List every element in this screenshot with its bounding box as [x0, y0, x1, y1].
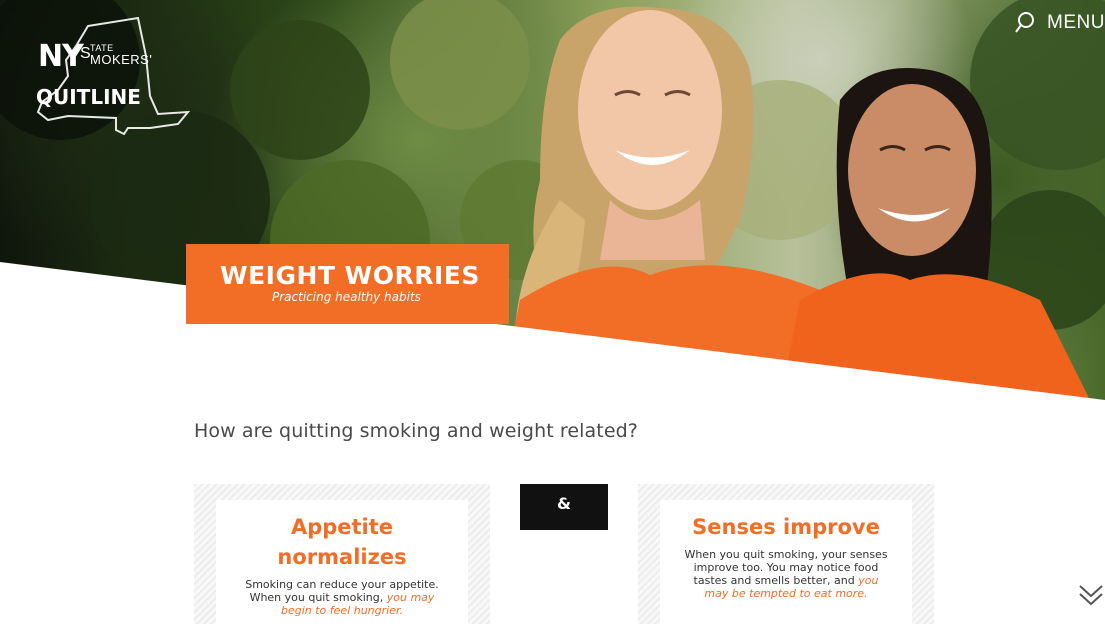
- card-text: When you quit smoking, your senses impro…: [680, 548, 892, 600]
- info-card-appetite: Appetite normalizes Smoking can reduce y…: [194, 484, 490, 624]
- page-title: WEIGHT WORRIES: [220, 261, 480, 290]
- menu-button[interactable]: MENU: [1047, 12, 1105, 34]
- section-heading: How are quitting smoking and weight rela…: [194, 420, 638, 442]
- card-title: Senses improve: [692, 515, 880, 539]
- search-icon[interactable]: [1013, 10, 1039, 36]
- ny-state-outline-icon: [36, 16, 191, 136]
- logo-mokers: MOKERS': [90, 52, 153, 67]
- header-nav: MENU: [1013, 10, 1105, 36]
- logo-quitline: QUITLINE: [36, 85, 141, 109]
- logo-ny: NY: [38, 39, 84, 74]
- card-title-line2: normalizes: [277, 545, 407, 569]
- card-title: Appetite normalizes: [216, 512, 468, 572]
- info-card-senses: Senses improve When you quit smoking, yo…: [638, 484, 934, 624]
- scroll-down-chevron-icon[interactable]: [1076, 578, 1105, 608]
- card-title-line1: Appetite: [290, 515, 394, 539]
- page-subtitle: Practicing healthy habits: [272, 290, 421, 304]
- nys-quitline-logo[interactable]: NY S TATE MOKERS' QUITLINE: [28, 16, 198, 146]
- card-text: Smoking can reduce your appetite. When y…: [236, 578, 448, 617]
- ampersand-box: &: [520, 484, 608, 530]
- card-content: Senses improve When you quit smoking, yo…: [660, 500, 912, 624]
- page-title-banner: WEIGHT WORRIES Practicing healthy habits: [186, 244, 509, 324]
- card-content: Appetite normalizes Smoking can reduce y…: [216, 500, 468, 624]
